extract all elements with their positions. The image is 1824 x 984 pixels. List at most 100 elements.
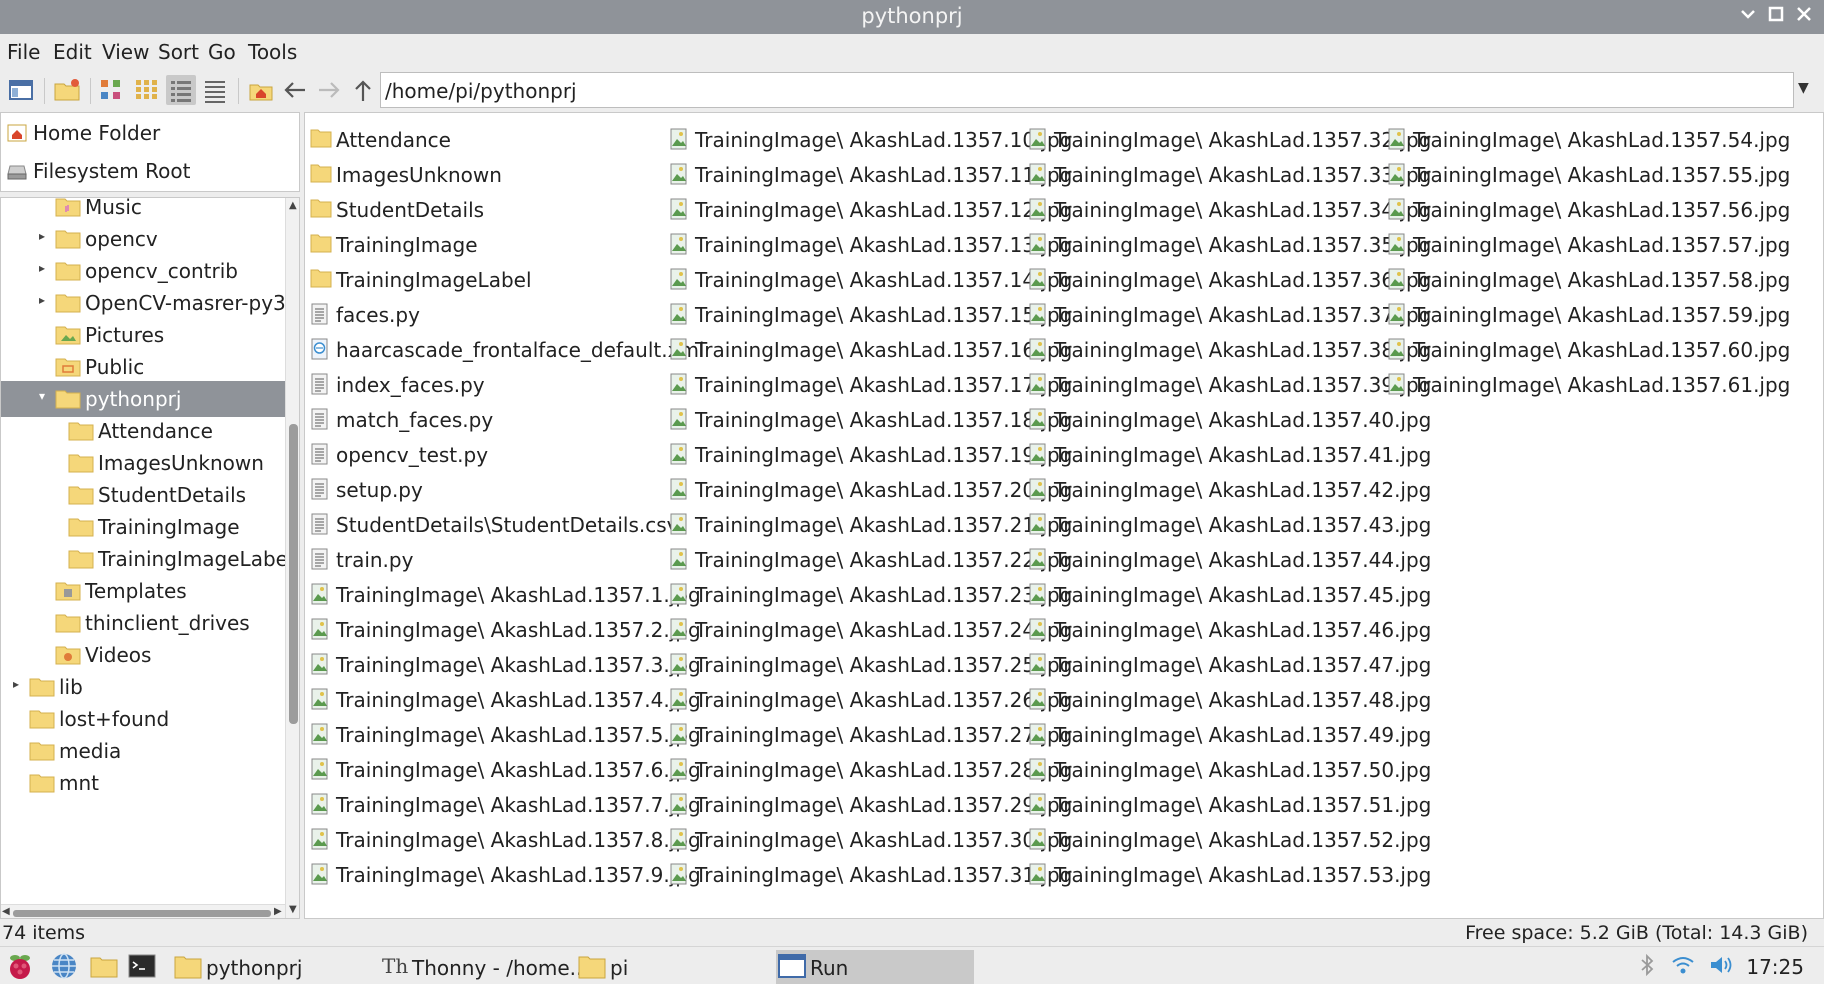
menu-sort[interactable]: Sort — [158, 40, 199, 64]
file-name: match_faces.py — [336, 408, 494, 432]
minimize-icon[interactable] — [1736, 4, 1760, 28]
scroll-right-icon[interactable]: ▶ — [274, 906, 282, 917]
scrollbar-thumb[interactable] — [13, 910, 271, 917]
close-icon[interactable] — [1792, 4, 1816, 28]
image-file-icon — [310, 618, 330, 640]
menu-go[interactable]: Go — [208, 40, 236, 64]
icon-view-icon[interactable] — [97, 75, 127, 105]
tree-item-lib[interactable]: ▸ lib — [1, 669, 285, 705]
file-name: TrainingImage\ AkashLad.1357.4.jpg — [336, 688, 701, 712]
file-name: TrainingImage\ AkashLad.1357.35.jpg — [1054, 233, 1432, 257]
tree-item-lost-found[interactable]: lost+found — [1, 701, 285, 737]
taskbar-window-run[interactable]: Run — [776, 950, 974, 984]
new-tab-icon[interactable] — [52, 75, 82, 105]
image-file-icon — [1028, 408, 1048, 430]
scroll-up-icon[interactable]: ▲ — [289, 200, 297, 211]
tree-item-pythonprj[interactable]: ▾ pythonprj — [1, 381, 285, 417]
tree-item-templates[interactable]: Templates — [1, 573, 285, 609]
tree-vertical-scrollbar[interactable]: ▲ ▼ — [285, 198, 299, 918]
text-file-icon — [310, 408, 330, 430]
tree-item-mnt[interactable]: mnt — [1, 765, 285, 801]
home-icon[interactable] — [246, 75, 276, 105]
tree-item-public[interactable]: Public — [1, 349, 285, 385]
tree-item-opencv-contrib[interactable]: ▸ opencv_contrib — [1, 253, 285, 289]
thumbnail-view-icon[interactable] — [132, 75, 162, 105]
image-file-icon — [310, 688, 330, 710]
tree-item-studentdetails[interactable]: StudentDetails — [1, 477, 285, 513]
file-name: TrainingImageLabel — [336, 268, 532, 292]
tree-item-label: Pictures — [85, 323, 165, 347]
scroll-down-icon[interactable]: ▼ — [289, 904, 297, 915]
scrollbar-thumb[interactable] — [289, 424, 298, 724]
file-name: TrainingImage\ AkashLad.1357.59.jpg — [1413, 303, 1791, 327]
compact-view-icon[interactable] — [166, 75, 196, 105]
scroll-left-icon[interactable]: ◀ — [2, 906, 10, 917]
file-name: TrainingImage\ AkashLad.1357.19.jpg — [695, 443, 1073, 467]
taskbar-window-pythonprj[interactable]: pythonprj — [172, 950, 368, 984]
image-file-icon — [669, 653, 689, 675]
image-file-icon — [1387, 268, 1407, 290]
file-name: TrainingImage\ AkashLad.1357.29.jpg — [695, 793, 1073, 817]
image-file-icon — [310, 828, 330, 850]
collapse-arrow-icon[interactable]: ▾ — [39, 389, 45, 403]
file-manager-icon[interactable] — [88, 950, 122, 984]
tree-item-videos[interactable]: Videos — [1, 637, 285, 673]
image-file-icon — [669, 128, 689, 150]
folder-icon — [29, 741, 55, 761]
tree-item-trainingimage[interactable]: TrainingImage — [1, 509, 285, 545]
detailed-list-view-icon[interactable] — [200, 75, 230, 105]
file-name: faces.py — [336, 303, 420, 327]
image-file-icon — [669, 198, 689, 220]
tree-item-thinclient-drives[interactable]: thinclient_drives — [1, 605, 285, 641]
file-name: TrainingImage\ AkashLad.1357.20.jpg — [695, 478, 1073, 502]
wifi-icon[interactable] — [1670, 953, 1696, 977]
image-file-icon — [1028, 163, 1048, 185]
tree-horizontal-scrollbar[interactable]: ◀ ▶ — [1, 904, 285, 918]
menu-bar: File Edit View Sort Go Tools — [0, 34, 1824, 68]
file-name: TrainingImage\ AkashLad.1357.8.jpg — [336, 828, 701, 852]
tree-item-opencv[interactable]: ▸ opencv — [1, 221, 285, 257]
menu-view[interactable]: View — [102, 40, 149, 64]
browser-globe-icon[interactable] — [48, 950, 82, 984]
file-name: TrainingImage\ AkashLad.1357.47.jpg — [1054, 653, 1432, 677]
tree-item-imagesunknown[interactable]: ImagesUnknown — [1, 445, 285, 481]
menu-tools[interactable]: Tools — [248, 40, 297, 64]
image-file-icon — [669, 863, 689, 885]
back-arrow-icon[interactable] — [280, 75, 310, 105]
taskbar-window-thonny[interactable]: Th Thonny - /home... — [378, 950, 589, 984]
file-list-view[interactable]: Attendance ImagesUnknown StudentDetails Tra… — [304, 112, 1824, 919]
menu-file[interactable]: File — [7, 40, 40, 64]
location-dropdown-icon[interactable]: ▼ — [1798, 80, 1809, 96]
file-name: Attendance — [336, 128, 451, 152]
image-file-icon — [669, 618, 689, 640]
folder-icon — [68, 517, 94, 537]
maximize-icon[interactable] — [1764, 4, 1788, 28]
raspberry-menu-icon[interactable] — [4, 950, 38, 984]
expand-arrow-icon[interactable]: ▸ — [13, 677, 19, 691]
tree-item-label: media — [59, 739, 122, 763]
file-name: TrainingImage\ AkashLad.1357.14.jpg — [695, 268, 1073, 292]
folder-icon — [310, 198, 332, 220]
new-window-icon[interactable] — [6, 75, 36, 105]
taskbar-window-pi[interactable]: pi — [576, 950, 772, 984]
tree-item-pictures[interactable]: Pictures — [1, 317, 285, 353]
forward-arrow-icon[interactable] — [314, 75, 344, 105]
expand-arrow-icon[interactable]: ▸ — [39, 261, 45, 275]
file-name: index_faces.py — [336, 373, 485, 397]
expand-arrow-icon[interactable]: ▸ — [39, 293, 45, 307]
menu-edit[interactable]: Edit — [53, 40, 92, 64]
terminal-icon[interactable] — [126, 950, 160, 984]
tree-item-media[interactable]: media — [1, 733, 285, 769]
location-input[interactable]: /home/pi/pythonprj — [380, 72, 1794, 108]
up-arrow-icon[interactable] — [348, 75, 378, 105]
bluetooth-icon[interactable] — [1634, 953, 1660, 977]
image-file-icon — [669, 268, 689, 290]
volume-icon[interactable] — [1708, 953, 1734, 977]
tree-item-opencv-masrer-py3[interactable]: ▸ OpenCV-masrer-py3 — [1, 285, 286, 321]
tree-item-trainingimagelabel[interactable]: TrainingImageLabel — [1, 541, 294, 577]
tree-item-attendance[interactable]: Attendance — [1, 413, 285, 449]
image-file-icon — [1028, 793, 1048, 815]
expand-arrow-icon[interactable]: ▸ — [39, 229, 45, 243]
file-name: TrainingImage\ AkashLad.1357.38.jpg — [1054, 338, 1432, 362]
file-name: TrainingImage\ AkashLad.1357.46.jpg — [1054, 618, 1432, 642]
